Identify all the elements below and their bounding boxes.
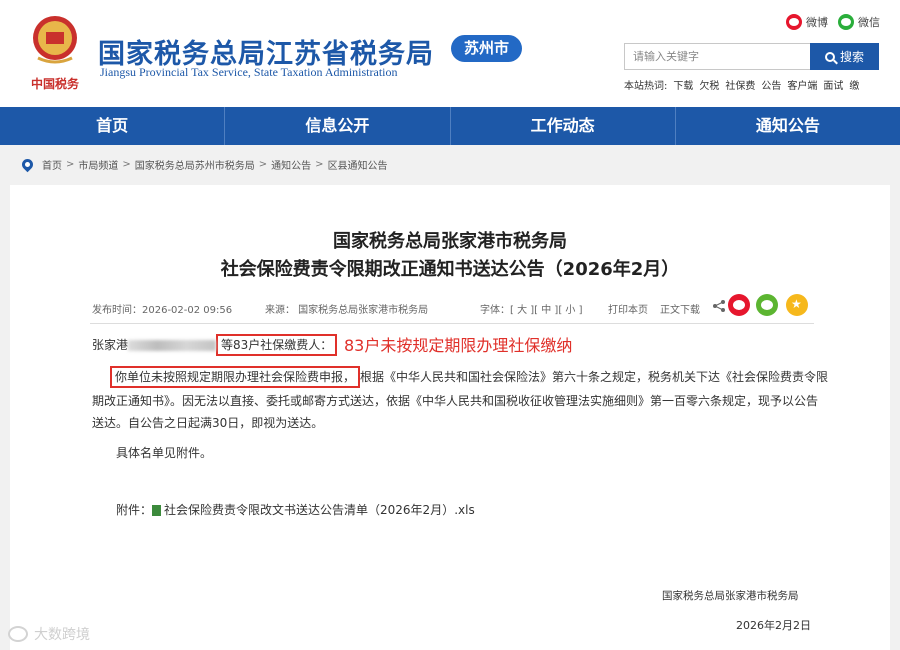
site-header: 中国税务 国家税务总局江苏省税务局 苏州市 Jiangsu Provincial… xyxy=(0,0,900,107)
annotation-text: 83户未按规定期限办理社保缴纳 xyxy=(344,336,573,355)
hot-words-label: 本站热词: xyxy=(624,81,668,92)
search-button[interactable]: 搜索 xyxy=(810,43,879,70)
breadcrumb-separator: > xyxy=(122,159,131,170)
signing-date: 2026年2月2日 xyxy=(736,619,811,632)
breadcrumb-item[interactable]: 区县通知公告 xyxy=(328,157,388,172)
body-line3: 送达。自公告之日起满30日，即视为送达。 xyxy=(92,416,324,430)
weibo-icon xyxy=(786,14,802,30)
hot-word-link[interactable]: 下载 xyxy=(673,77,693,92)
city-badge[interactable]: 苏州市 xyxy=(451,35,522,62)
hot-word-link[interactable]: 公告 xyxy=(761,77,781,92)
font-size-control[interactable]: 字体：[ 大 ][ 中 ][ 小 ] xyxy=(480,301,582,316)
hot-word-link[interactable]: 社保费 xyxy=(725,77,755,92)
signing-organization: 国家税务总局张家港市税务局 xyxy=(662,590,799,602)
download-link[interactable]: 正文下载 xyxy=(660,301,700,316)
breadcrumb-item[interactable]: 国家税务总局苏州市税务局 xyxy=(135,157,255,172)
watermark-logo-icon xyxy=(8,626,28,642)
weibo-label: 微博 xyxy=(806,16,828,29)
hot-words: 本站热词: 下载 欠税 社保费 公告 客户端 面试 缴 xyxy=(624,77,865,92)
site-subtitle: Jiangsu Provincial Tax Service, State Ta… xyxy=(100,65,398,79)
body-line1: 你单位未按照规定期限办理社会保险费申报， 根据《中华人民共和国社会保险法》第六十条… xyxy=(110,366,829,388)
hot-word-link[interactable]: 缴 xyxy=(849,77,859,92)
breadcrumb-item[interactable]: 首页 xyxy=(42,157,62,172)
main-nav: 首页 信息公开 工作动态 通知公告 xyxy=(0,107,900,145)
share-weibo-icon[interactable] xyxy=(728,294,750,316)
nav-item-work-news[interactable]: 工作动态 xyxy=(451,107,676,145)
addressee-prefix: 张家港 xyxy=(92,338,129,352)
wechat-label: 微信 xyxy=(858,16,880,29)
body-line2: 期改正通知书》。因无法以直接、委托或邮寄方式送达，依据《中华人民共和国税收征收管… xyxy=(92,394,819,408)
wechat-icon xyxy=(838,14,854,30)
blurred-name xyxy=(128,340,217,351)
share-icon[interactable] xyxy=(712,299,726,313)
xls-file-icon xyxy=(152,505,162,516)
svg-text:中国税务: 中国税务 xyxy=(31,76,80,91)
attachment-label: 附件： xyxy=(116,503,153,517)
attachment-link[interactable]: 社会保险费责令限改文书送达公告清单（2026年2月）.xls xyxy=(164,503,475,517)
watermark: 大数跨境 xyxy=(8,624,90,644)
search-icon xyxy=(824,51,835,62)
breadcrumb-separator: > xyxy=(315,159,324,170)
nav-item-notices[interactable]: 通知公告 xyxy=(676,107,900,145)
article-title-line2: 社会保险费责令限期改正通知书送达公告（2026年2月） xyxy=(220,259,680,280)
share-wechat-icon[interactable] xyxy=(756,294,778,316)
addressee-line: 张家港 等83户社保缴费人： xyxy=(92,334,338,356)
search-button-label: 搜索 xyxy=(839,50,864,64)
breadcrumb-separator: > xyxy=(66,159,75,170)
print-link[interactable]: 打印本页 xyxy=(608,301,648,316)
meta-divider xyxy=(90,323,814,324)
breadcrumb-item[interactable]: 市局频道 xyxy=(78,157,118,172)
tax-emblem-logo[interactable]: 中国税务 xyxy=(24,10,86,96)
article-source: 来源： 国家税务总局张家港市税务局 xyxy=(265,305,429,316)
search-input[interactable] xyxy=(624,43,811,70)
nav-item-home[interactable]: 首页 xyxy=(0,107,226,145)
attachment-line: 附件： 社会保险费责令限改文书送达公告清单（2026年2月）.xls xyxy=(116,501,475,518)
hot-word-link[interactable]: 面试 xyxy=(823,77,843,92)
breadcrumb: 首页 > 市局频道 > 国家税务总局苏州市税务局 > 通知公告 > 区县通知公告 xyxy=(19,156,388,173)
article-title-line1: 国家税务总局张家港市税务局 xyxy=(333,231,567,252)
location-pin-icon xyxy=(19,156,36,173)
list-note: 具体名单见附件。 xyxy=(116,446,213,460)
body-line1-rest: 根据《中华人民共和国社会保险法》第六十条之规定，税务机关下达《社会保险费责令限 xyxy=(360,370,829,384)
addressee-highlight: 等83户社保缴费人： xyxy=(216,334,338,356)
breadcrumb-separator: > xyxy=(258,159,268,170)
breadcrumb-item[interactable]: 通知公告 xyxy=(271,157,311,172)
publish-time: 发布时间：2026-02-02 09:56 xyxy=(92,305,233,316)
hot-word-link[interactable]: 欠税 xyxy=(699,77,719,92)
wechat-link[interactable]: 微信 xyxy=(838,14,880,30)
article-panel: 国家税务总局张家港市税务局 社会保险费责令限期改正通知书送达公告（2026年2月… xyxy=(10,185,890,650)
watermark-text: 大数跨境 xyxy=(34,627,90,643)
body-highlight: 你单位未按照规定期限办理社会保险费申报， xyxy=(110,366,361,388)
weibo-link[interactable]: 微博 xyxy=(786,14,828,30)
favorite-star-icon[interactable]: ★ xyxy=(786,294,808,316)
hot-word-link[interactable]: 客户端 xyxy=(787,77,817,92)
nav-item-info-disclosure[interactable]: 信息公开 xyxy=(225,107,451,145)
